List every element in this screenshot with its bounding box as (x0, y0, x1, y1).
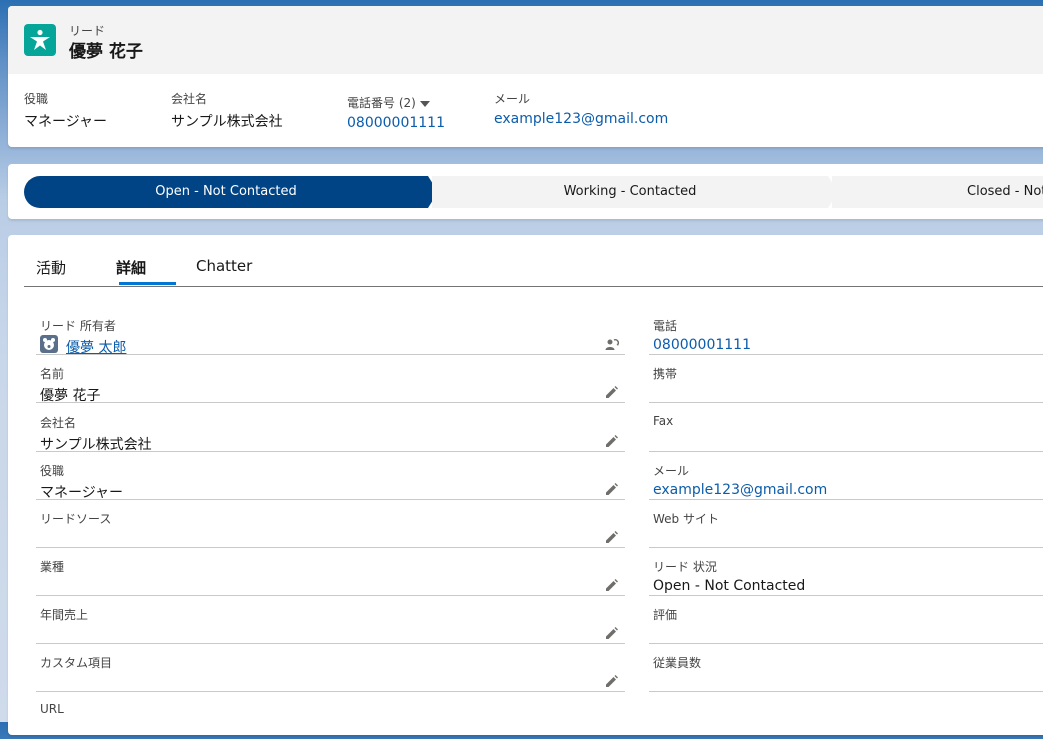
change-owner-icon[interactable] (605, 337, 619, 351)
tab-chatter[interactable]: Chatter (196, 257, 252, 275)
field-label: メール (494, 92, 531, 106)
field-name: 名前 優夢 花子 (36, 355, 625, 404)
path-stage-closed[interactable]: Closed - Not (832, 176, 1043, 208)
email-link[interactable]: example123@gmail.com (653, 482, 827, 498)
email-link[interactable]: example123@gmail.com (494, 111, 668, 127)
field-url: URL (36, 692, 625, 739)
field-label: 役職 (24, 92, 49, 106)
edit-pencil-icon[interactable] (605, 385, 619, 399)
phone-dropdown[interactable]: 電話番号 (2) (347, 94, 445, 111)
field-label: リード 所有者 (40, 319, 116, 333)
field-value: サンプル株式会社 (171, 114, 283, 130)
edit-pencil-icon[interactable] (605, 674, 619, 688)
phone-link[interactable]: 08000001111 (653, 337, 751, 353)
status-path: Open - Not Contacted Working - Contacted… (8, 164, 1043, 219)
header-title-bar: リード 優夢 花子 (8, 6, 1043, 74)
field-industry: 業種 (36, 548, 625, 596)
field-fax: Fax (649, 404, 1043, 452)
header-field-title: 役職 マネージャー (24, 90, 107, 131)
field-annual-revenue: 年間売上 (36, 596, 625, 644)
lead-star-icon (24, 24, 56, 56)
field-label: 会社名 (40, 416, 77, 430)
field-employees: 従業員数 (649, 644, 1043, 692)
tab-activity[interactable]: 活動 (36, 257, 66, 278)
field-label: 業種 (40, 560, 65, 574)
field-label: カスタム項目 (40, 656, 113, 670)
field-label: 評価 (653, 608, 678, 622)
field-label: 従業員数 (653, 656, 702, 670)
owner-link[interactable]: 優夢 太郎 (66, 337, 126, 357)
field-label: 電話番号 (2) (347, 96, 416, 110)
field-label: 会社名 (171, 92, 208, 106)
header-field-phone: 電話番号 (2) 08000001111 (347, 94, 445, 131)
field-label: Fax (653, 414, 674, 428)
field-label: URL (40, 702, 64, 716)
edit-pencil-icon[interactable] (605, 626, 619, 640)
field-label: 電話 (653, 319, 678, 333)
edit-pencil-icon[interactable] (605, 434, 619, 448)
field-lead-source: リードソース (36, 500, 625, 548)
field-label: 年間売上 (40, 608, 89, 622)
field-website: Web サイト (649, 500, 1043, 548)
path-stage-open[interactable]: Open - Not Contacted (24, 176, 438, 208)
path-stage-working[interactable]: Working - Contacted (432, 176, 838, 208)
field-value: マネージャー (40, 485, 124, 501)
edit-pencil-icon[interactable] (605, 530, 619, 544)
active-tab-indicator (119, 282, 176, 285)
field-lead-owner: リード 所有者 優夢 太郎 (36, 307, 625, 357)
field-value: サンプル株式会社 (40, 437, 152, 453)
field-company: 会社名 サンプル株式会社 (36, 404, 625, 453)
field-mobile: 携帯 (649, 355, 1043, 403)
field-custom: カスタム項目 (36, 644, 625, 692)
phone-link[interactable]: 08000001111 (347, 115, 445, 131)
header-field-email: メール example123@gmail.com (494, 90, 668, 127)
field-label: リードソース (40, 512, 112, 526)
detail-panel: 活動 詳細 Chatter リード 所有者 優夢 太郎 名前 優夢 花子 会社名 (8, 235, 1043, 735)
field-value: マネージャー (24, 114, 108, 130)
field-label: 名前 (40, 367, 65, 381)
tab-details[interactable]: 詳細 (116, 257, 146, 278)
field-phone: 電話 08000001111 (649, 307, 1043, 355)
field-value: 優夢 花子 (40, 388, 101, 404)
field-email: メール example123@gmail.com (649, 452, 1043, 500)
field-label: 携帯 (653, 367, 678, 381)
record-name: 優夢 花子 (69, 42, 143, 62)
field-label: 役職 (40, 464, 65, 478)
field-label: リード 状況 (653, 560, 717, 574)
header-field-company: 会社名 サンプル株式会社 (171, 90, 283, 131)
edit-pencil-icon[interactable] (605, 578, 619, 592)
field-title: 役職 マネージャー (36, 452, 625, 501)
field-rating: 評価 (649, 596, 1043, 644)
tab-bar: 活動 詳細 Chatter (24, 235, 1043, 287)
field-label: メール (653, 464, 690, 478)
field-lead-status: リード 状況 Open - Not Contacted (649, 548, 1043, 596)
chevron-down-icon[interactable] (419, 100, 430, 107)
field-label: Web サイト (653, 512, 719, 526)
field-value: Open - Not Contacted (653, 578, 806, 594)
user-avatar-icon (40, 335, 58, 353)
edit-pencil-icon[interactable] (605, 482, 619, 496)
record-header: リード 優夢 花子 役職 マネージャー 会社名 サンプル株式会社 電話番号 (2… (8, 6, 1043, 147)
